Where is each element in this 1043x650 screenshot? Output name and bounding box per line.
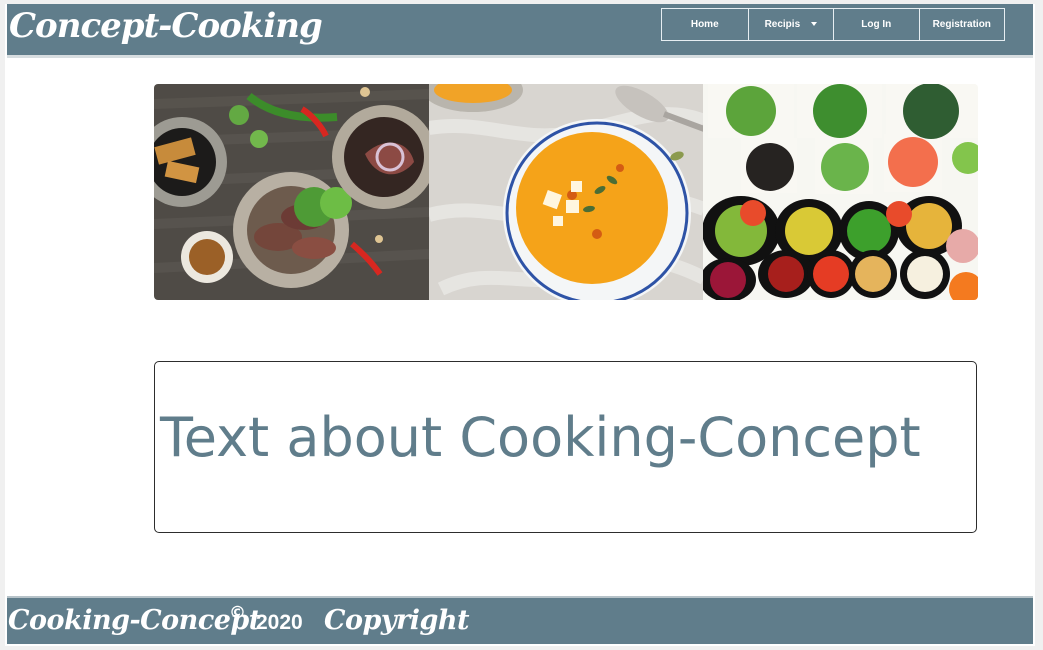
footer-copyright-text: Copyright [324,605,470,636]
nav-login-label: Log In [861,19,892,30]
footer-year: 2020 [256,611,303,634]
site-footer: Cooking-Concept © 2020 Copyright [7,596,1033,644]
concept-text-box: Text about Cooking-Concept [154,361,977,533]
page-content: Concept-Cooking Home Recipis Log In Regi… [5,4,1035,646]
footer-brand: Cooking-Concept [8,605,261,636]
main-navigation: Home Recipis Log In Registration [661,8,1005,41]
pumpkin-soup-photo [428,84,704,300]
nav-recipes-label: Recipis [764,19,801,30]
vegetable-bowls-photo [703,84,978,300]
nav-home-label: Home [690,19,719,30]
nav-registration-button[interactable]: Registration [918,9,1005,40]
nav-registration-label: Registration [932,19,991,30]
site-header: Concept-Cooking Home Recipis Log In Regi… [7,4,1033,58]
food-image-gallery [154,84,978,300]
chevron-down-icon [810,22,817,27]
nav-home-button[interactable]: Home [662,9,748,40]
nav-recipes-dropdown[interactable]: Recipis [747,9,834,40]
concept-text-heading: Text about Cooking-Concept [160,406,921,469]
grilled-meat-salad-photo [154,84,429,300]
nav-login-button[interactable]: Log In [833,9,919,40]
copyright-symbol: © [229,603,246,623]
site-brand[interactable]: Concept-Cooking [9,4,323,48]
